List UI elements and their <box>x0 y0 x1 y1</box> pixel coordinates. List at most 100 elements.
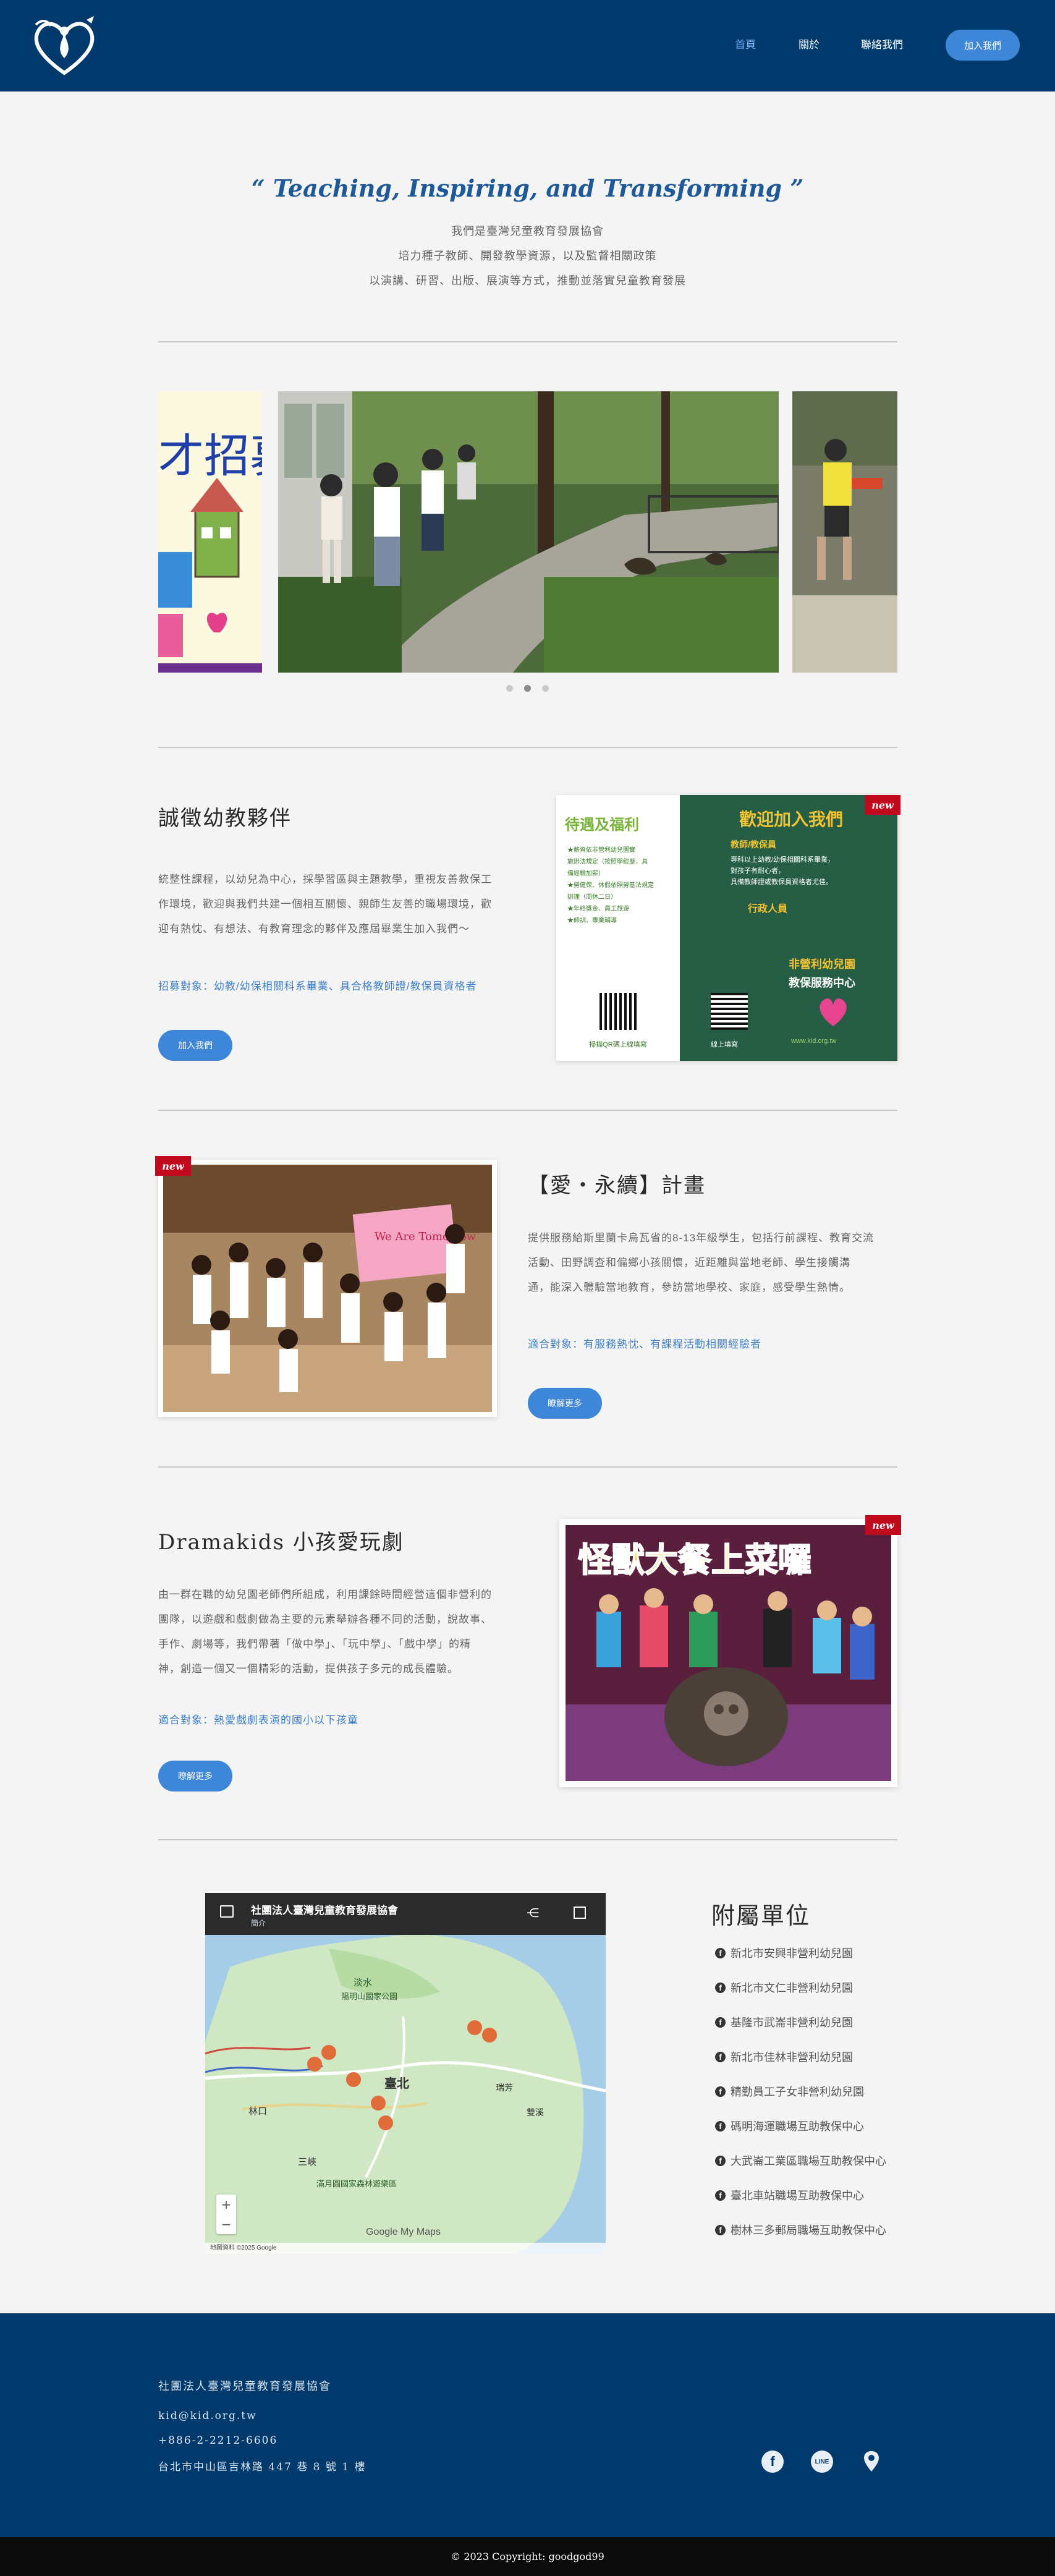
recruit-join-button[interactable]: 加入我們 <box>158 1030 232 1061</box>
fullscreen-icon[interactable] <box>574 1906 586 1919</box>
poster-right-list: 專科以上幼教/幼保相關科系畢業， 對孩子有耐心者， 具備教師證或教保員資格者尤佳… <box>731 854 891 888</box>
recruit-target: 招募對象：幼教/幼保相關科系畢業、具合格教師證/教保員資格者 <box>158 980 477 992</box>
location-pin-icon[interactable] <box>860 2451 883 2473</box>
facebook-icon[interactable]: f <box>761 2451 784 2473</box>
map-pin-icon <box>307 2057 322 2072</box>
poster-line: 具備教師證或教保員資格者尤佳。 <box>731 878 833 886</box>
affiliate-link[interactable]: f 新北市文仁非營利幼兒園 <box>715 1979 853 1996</box>
carousel-dot-3[interactable] <box>542 685 549 692</box>
affiliate-link[interactable]: f 新北市安興非營利幼兒園 <box>715 1945 853 1961</box>
affiliate-link[interactable]: f 精勤員工子女非營利幼兒園 <box>715 2083 864 2099</box>
hero-line-2: 培力種子教師、開發教學資源，以及監督相關政策 <box>398 250 657 262</box>
pin-shape <box>864 2451 879 2472</box>
map-canvas: 淡水 陽明山國家公園 臺北 林口 三峽 滿月圓國家森林遊樂區 雙溪 瑞芳 <box>205 1893 606 2254</box>
join-us-button[interactable]: 加入我們 <box>946 30 1020 61</box>
affiliate-label: 樹林三多郵局職場互助教保中心 <box>731 2224 886 2237</box>
affiliate-label: 大武崙工業區職場互助教保中心 <box>731 2155 886 2167</box>
carousel-dot-1[interactable] <box>506 685 513 692</box>
map-label: 三峽 <box>298 2156 316 2167</box>
facebook-icon: f <box>715 2155 726 2166</box>
affiliate-label: 新北市文仁非營利幼兒園 <box>731 1982 853 1994</box>
map-pin-icon <box>467 2020 482 2035</box>
map-pin-icon <box>371 2096 386 2111</box>
hero-line-3: 以演講、研習、出版、展演等方式，推動並落實兒童教育發展 <box>369 274 686 287</box>
map-pin-icon <box>378 2115 393 2130</box>
poster-line: ★勞健保、休假依照勞基法規定 <box>567 882 654 889</box>
affiliate-link[interactable]: f 基隆市武崙非營利幼兒園 <box>715 2014 853 2030</box>
affiliate-label: 新北市安興非營利幼兒園 <box>731 1947 853 1960</box>
divider <box>158 341 897 342</box>
facebook-icon: f <box>715 2224 726 2235</box>
map-pin-icon <box>321 2045 336 2060</box>
poster-right-role: 行政人員 <box>748 904 788 914</box>
carousel-slide-next[interactable] <box>792 391 897 673</box>
map-header: 社團法人臺灣兒童教育發展協會 簡介 ⋲ <box>205 1893 606 1935</box>
dramakids-title: Dramakids 小孩愛玩劇 <box>158 1530 404 1555</box>
project-body-line: 活動、田野調查和偏鄉小孩關懷，近距離與當地老師、學生接觸溝 <box>528 1257 850 1269</box>
line-icon[interactable]: LINE <box>811 2451 833 2473</box>
students-group-photo: We Are Tomorrow <box>158 1160 497 1417</box>
recruit-body-line: 作環境，歡迎與我們共建一個相互關懷、親師生友善的職場環境，歡 <box>158 898 492 910</box>
map-label: 瑞芳 <box>496 2083 513 2093</box>
poster-bottom-left: 掃描QR碼上線填寫 <box>589 1041 647 1048</box>
google-map-embed[interactable]: 淡水 陽明山國家公園 臺北 林口 三峽 滿月圓國家森林遊樂區 雙溪 瑞芳 社團法… <box>205 1893 606 2254</box>
dramakids-poster[interactable]: 怪獸大餐上菜囉 <box>559 1519 897 1787</box>
new-badge: new <box>865 1515 901 1535</box>
nav-home[interactable]: 首頁 <box>735 36 756 51</box>
facebook-icon: f <box>715 2120 726 2132</box>
project-body: 提供服務給斯里蘭卡烏瓦省的8-13年級學生，包括行前課程、教育交流 活動、田野調… <box>528 1226 899 1300</box>
carousel-dot-2[interactable] <box>524 685 531 692</box>
map-subtitle: 簡介 <box>251 1919 266 1928</box>
nav-contact[interactable]: 聯絡我們 <box>861 36 903 51</box>
affiliate-link[interactable]: f 新北市佳林非營利幼兒園 <box>715 2049 853 2065</box>
carousel-slide-active[interactable] <box>278 391 779 673</box>
footer-org: 社團法人臺灣兒童教育發展協會 <box>158 2380 331 2393</box>
poster-line: ★薪資依非營利幼兒園實 <box>567 847 635 854</box>
hero-line-1: 我們是臺灣兒童教育發展協會 <box>451 225 604 237</box>
nav-about[interactable]: 關於 <box>799 36 820 51</box>
map-label: 淡水 <box>354 1977 372 1988</box>
poster-right-sub: 教師/教保員 <box>731 840 776 849</box>
project-more-button[interactable]: 瞭解更多 <box>528 1388 602 1419</box>
facebook-icon: f <box>715 2086 726 2097</box>
heart-logo-icon <box>820 998 847 1026</box>
zoom-controls: + − <box>216 2195 236 2234</box>
copyright-bar: © 2023 Copyright: goodgod99 <box>0 2537 1055 2576</box>
poster-right-heading: 歡迎加入我們 <box>739 809 844 830</box>
affiliate-link[interactable]: f 樹林三多郵局職場互助教保中心 <box>715 2222 886 2238</box>
divider <box>158 1466 897 1468</box>
logo[interactable] <box>27 12 101 80</box>
divider <box>158 747 897 748</box>
affiliate-link[interactable]: f 碼明海運職場互助教保中心 <box>715 2118 864 2134</box>
poster-bottom-right: 線上填寫 <box>711 1041 738 1048</box>
recruit-poster[interactable]: 待遇及福利 ★薪資依非營利幼兒園實 施辦法規定（按照學經歷，具 備經驗加薪） ★… <box>556 795 897 1061</box>
recruit-body-line: 統整性課程，以幼兒為中心，採學習區與主題教學，重視友善教保工 <box>158 874 492 885</box>
zoom-out-button[interactable]: − <box>216 2214 236 2234</box>
map-title: 社團法人臺灣兒童教育發展協會 <box>251 1905 398 1916</box>
zoom-in-button[interactable]: + <box>216 2195 236 2214</box>
footer-phone[interactable]: +886-2-2212-6606 <box>158 2434 278 2447</box>
poster-title-text: 怪獸大餐上菜囉 <box>578 1540 811 1579</box>
footer-email[interactable]: kid@kid.org.tw <box>158 2410 257 2422</box>
affiliate-label: 精勤員工子女非營利幼兒園 <box>731 2086 864 2098</box>
map-sidebar-icon[interactable] <box>220 1905 234 1918</box>
affiliate-link[interactable]: f 臺北車站職場互助教保中心 <box>715 2187 864 2203</box>
new-badge: new <box>865 795 900 815</box>
map-pin-icon <box>482 2028 497 2043</box>
map-label: 滿月圓國家森林遊樂區 <box>316 2179 397 2189</box>
dramakids-body-line: 神，創造一個又一個精彩的活動，提供孩子多元的成長體驗。 <box>158 1663 459 1675</box>
sri-lanka-photo[interactable]: We Are Tomorrow <box>158 1160 497 1417</box>
dramakids-more-button[interactable]: 瞭解更多 <box>158 1761 232 1792</box>
dramakids-body-line: 團隊，以遊戲和戲劇做為主要的元素舉辦各種不同的活動，說故事、 <box>158 1613 492 1625</box>
poster-right-org1: 非營利幼兒園 <box>789 958 855 971</box>
dramakids-body: 由一群在職的幼兒園老師們所組成，利用課餘時間經營這個非營利的 團隊，以遊戲和戲劇… <box>158 1583 529 1681</box>
affiliate-label: 基隆市武崙非營利幼兒園 <box>731 2017 853 2029</box>
affiliate-link[interactable]: f 大武崙工業區職場互助教保中心 <box>715 2153 886 2169</box>
carousel-slide-prev[interactable]: 才招募 <box>158 391 262 673</box>
map-label: 臺北 <box>384 2076 409 2091</box>
divider <box>158 1839 897 1840</box>
map-label: 林口 <box>248 2106 267 2117</box>
share-icon[interactable]: ⋲ <box>527 1905 539 1920</box>
poster-right-site: www.kid.org.tw <box>791 1037 837 1045</box>
poster-right-org2: 教保服務中心 <box>789 977 855 990</box>
